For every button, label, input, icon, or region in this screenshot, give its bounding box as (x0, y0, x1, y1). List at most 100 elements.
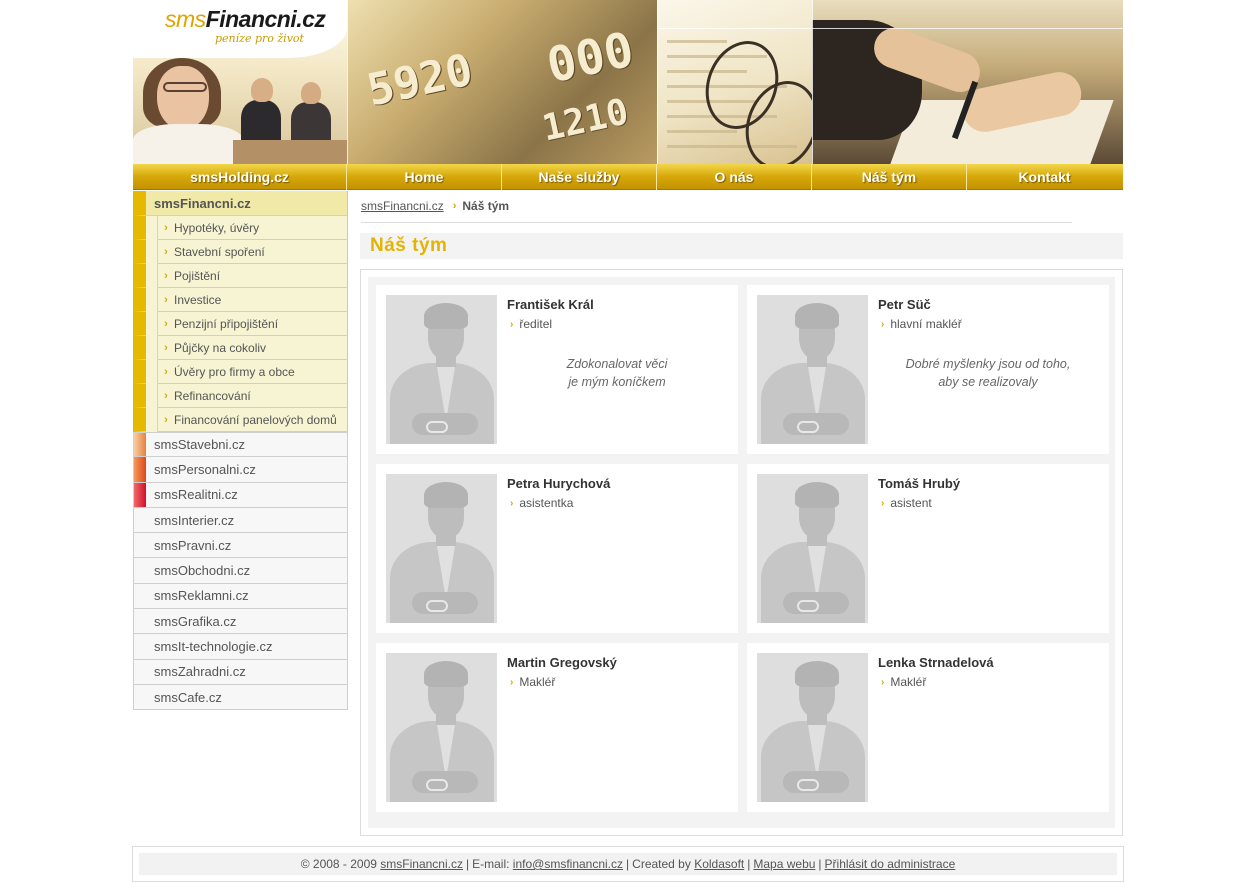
member-role: › Makléř (878, 675, 926, 689)
header-photo-hands (812, 0, 1123, 164)
sidebar-site-link[interactable]: smsIt-technologie.cz (133, 634, 348, 660)
member-quote-line: Zdokonalovat věci (566, 357, 668, 371)
member-quote-line: Dobré myšlenky jsou od toho, (905, 357, 1071, 371)
member-name: Petr Süč (878, 297, 931, 312)
sidebar-site-link[interactable]: smsGrafika.cz (133, 609, 348, 635)
breadcrumb-divider (361, 222, 1072, 223)
sidebar-site-link[interactable]: smsPravni.cz (133, 533, 348, 559)
chevron-right-icon: › (510, 676, 514, 688)
sidebar-subitem[interactable]: › Půjčky na cokoliv (133, 335, 348, 360)
footer-separator: | (747, 857, 751, 871)
main-nav: smsHolding.cz Home Naše služby O nás Náš… (133, 164, 1123, 190)
member-name: Martin Gregovský (507, 655, 617, 670)
footer-author-link[interactable]: Koldasoft (694, 857, 744, 871)
sidebar-site-label: smsCafe.cz (154, 689, 222, 705)
chevron-right-icon: › (164, 245, 168, 258)
footer-separator: | (818, 857, 822, 871)
footer-bar: © 2008 - 2009 smsFinancni.cz | E-mail: i… (139, 853, 1117, 875)
header-photo-team: smsFinancni.cz peníze pro život (133, 0, 347, 164)
nav-home[interactable]: Home (347, 164, 502, 190)
chevron-right-icon: › (510, 497, 514, 509)
team-panel: František Král › ředitel Zdokonalovat věc… (360, 269, 1123, 836)
sidebar-subitem-label: Pojištění (174, 268, 221, 283)
footer-created-by: Created by (632, 857, 691, 871)
sidebar-site-link[interactable]: smsInterier.cz (133, 507, 348, 534)
chevron-right-icon: › (164, 341, 168, 354)
sidebar-subitem[interactable]: › Penzijní připojištění (133, 311, 348, 336)
nav-services[interactable]: Naše služby (502, 164, 657, 190)
logo[interactable]: smsFinancni.cz peníze pro život (133, 0, 347, 58)
team-grid: František Král › ředitel Zdokonalovat věc… (368, 277, 1115, 828)
sidebar-subitem[interactable]: › Pojištění (133, 263, 348, 288)
team-card: František Král › ředitel Zdokonalovat věc… (376, 285, 738, 454)
chevron-right-icon: › (881, 318, 885, 330)
chevron-right-icon: › (510, 318, 514, 330)
member-quote-line: je mým koníčkem (568, 375, 666, 389)
sidebar: smsFinancni.cz › Hypotéky, úvěry › Stavebn… (133, 191, 348, 711)
sidebar-site-link[interactable]: smsRealitni.cz (133, 482, 348, 508)
sidebar-site-label: smsPersonalni.cz (154, 461, 256, 477)
sidebar-site-link[interactable]: smsObchodni.cz (133, 558, 348, 584)
member-role: › asistent (878, 496, 932, 510)
chevron-right-icon: › (164, 317, 168, 330)
sidebar-site-link[interactable]: smsZahradni.cz (133, 659, 348, 685)
breadcrumb-current: Náš tým (462, 199, 510, 213)
chevron-right-icon: › (164, 389, 168, 402)
sidebar-subitem-label: Investice (174, 292, 222, 307)
member-role: › hlavní makléř (878, 317, 962, 331)
footer-email-link[interactable]: info@smsfinancni.cz (513, 857, 623, 871)
member-role-label: Makléř (890, 675, 927, 689)
sidebar-site-label: smsIt-technologie.cz (154, 639, 273, 655)
sidebar-site-label: smsStavebni.cz (154, 437, 246, 453)
sidebar-subitem[interactable]: › Stavební spoření (133, 239, 348, 264)
header-photo-glasses (657, 0, 812, 164)
member-quote: Zdokonalovat věci je mým koníčkem (507, 355, 727, 391)
avatar (757, 474, 868, 623)
sidebar-site-label: smsReklamni.cz (154, 588, 249, 604)
nav-contact[interactable]: Kontakt (967, 164, 1122, 190)
chevron-right-icon: › (881, 497, 885, 509)
header-banner: smsFinancni.cz peníze pro život 5920 000… (133, 0, 1123, 164)
footer-admin-link[interactable]: Přihlásit do administrace (825, 857, 956, 871)
nav-team[interactable]: Náš tým (812, 164, 967, 190)
sidebar-subitem[interactable]: › Financování panelových domů (133, 407, 348, 432)
sidebar-subitem[interactable]: › Hypotéky, úvěry (133, 215, 348, 240)
breadcrumb-home-link[interactable]: smsFinancni.cz (361, 199, 444, 213)
member-role: › Makléř (507, 675, 555, 689)
chevron-right-icon: › (164, 365, 168, 378)
sidebar-subitem[interactable]: › Refinancování (133, 383, 348, 408)
sidebar-site-link[interactable]: smsCafe.cz (133, 684, 348, 711)
chevron-right-icon: › (164, 413, 168, 426)
member-quote-line: aby se realizovaly (938, 375, 1038, 389)
card-number-1: 5920 (362, 44, 478, 117)
sidebar-subitem[interactable]: › Úvěry pro firmy a obce (133, 359, 348, 384)
sidebar-site-link[interactable]: smsPersonalni.cz (133, 457, 348, 483)
logo-prefix: sms (165, 6, 206, 32)
nav-smsholding[interactable]: smsHolding.cz (133, 164, 347, 190)
member-role: › asistentka (507, 496, 573, 510)
footer-separator: | (626, 857, 630, 871)
chevron-right-icon: › (452, 200, 457, 212)
member-role-label: hlavní makléř (890, 317, 962, 331)
page-title: Náš tým (370, 235, 448, 256)
avatar (757, 295, 868, 444)
sidebar-site-link[interactable]: smsStavebni.cz (133, 432, 348, 458)
avatar (757, 653, 868, 802)
sidebar-subitem[interactable]: › Investice (133, 287, 348, 312)
sidebar-site-link[interactable]: smsReklamni.cz (133, 583, 348, 610)
member-role-label: Makléř (519, 675, 556, 689)
footer-copyright: © 2008 - 2009 (300, 857, 377, 871)
sidebar-subitem-label: Refinancování (174, 388, 251, 403)
member-name: Lenka Strnadelová (878, 655, 994, 670)
member-role: › ředitel (507, 317, 552, 331)
footer: © 2008 - 2009 smsFinancni.cz | E-mail: i… (132, 846, 1124, 882)
sidebar-active-site[interactable]: smsFinancni.cz (133, 191, 348, 216)
sidebar-site-label: smsObchodni.cz (154, 563, 251, 579)
nav-about[interactable]: O nás (657, 164, 812, 190)
chevron-right-icon: › (881, 676, 885, 688)
site-color-swatch (134, 433, 146, 457)
member-name: František Král (507, 297, 594, 312)
footer-separator: | (465, 857, 470, 871)
footer-sitemap-link[interactable]: Mapa webu (753, 857, 815, 871)
footer-site-link[interactable]: smsFinancni.cz (380, 857, 463, 871)
